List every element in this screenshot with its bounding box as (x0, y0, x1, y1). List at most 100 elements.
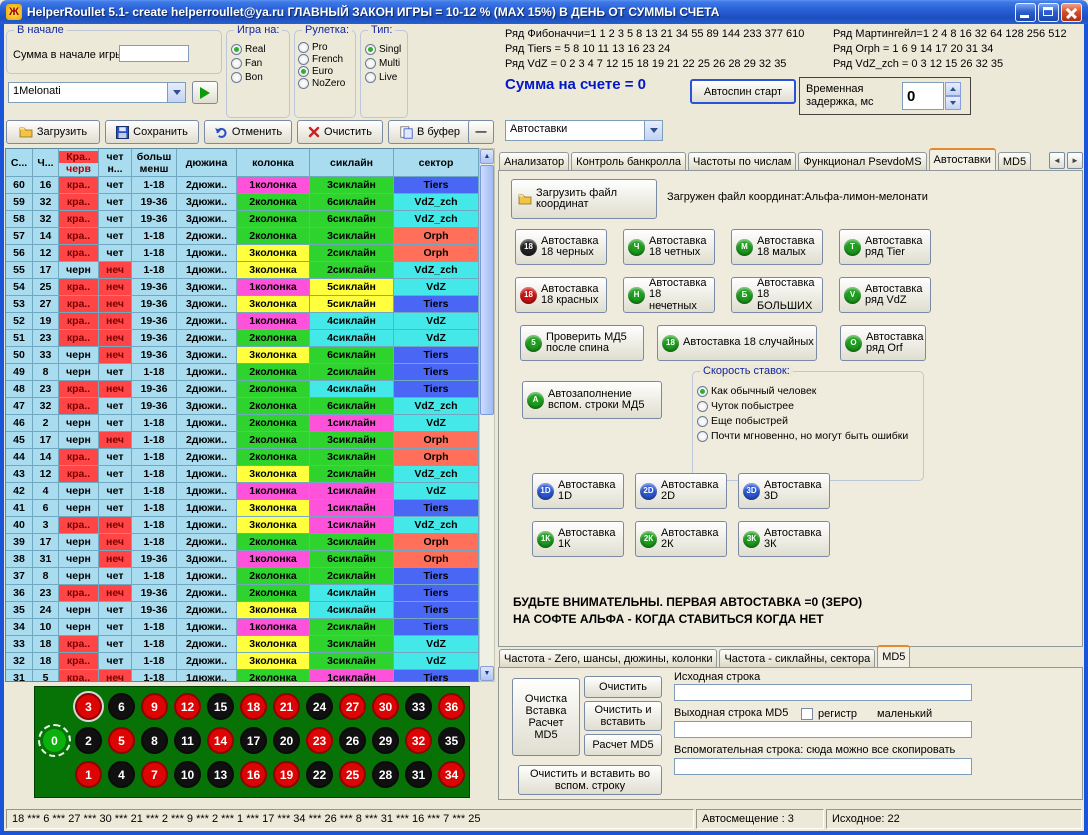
column-header[interactable]: колонка (237, 149, 310, 177)
board-number[interactable]: 35 (438, 727, 465, 754)
table-row[interactable]: 5033черннеч19-363дюжи..3колонка6сиклайнT… (6, 347, 479, 364)
table-row[interactable]: 3218кра..чет1-182дюжи..3колонка3сиклайнV… (6, 653, 479, 670)
column-header[interactable]: четн... (99, 149, 132, 177)
toolbar-button[interactable]: Сохранить (105, 120, 199, 144)
clear-paste-aux-button[interactable]: Очистить и вставить во вспом. строку (518, 765, 662, 795)
table-row[interactable]: 5932кра..чет19-363дюжи..2колонка6сиклайн… (6, 194, 479, 211)
autobet-button[interactable]: 2DАвтоставка 2D (635, 473, 727, 509)
table-row[interactable]: 5425кра..неч19-363дюжи..1колонка5сиклайн… (6, 279, 479, 296)
radio-option[interactable]: Чуток побыстрее (697, 400, 919, 412)
board-number[interactable]: 33 (405, 693, 432, 720)
toolbar-button[interactable]: Отменить (204, 120, 292, 144)
tab-scroll-left-icon[interactable]: ◄ (1049, 152, 1065, 169)
aux-string-input[interactable] (674, 758, 972, 775)
load-coords-button[interactable]: Загрузить файл координат (511, 179, 657, 219)
radio-option[interactable]: Multi (365, 58, 403, 69)
clear-button[interactable]: Очистить (584, 676, 662, 698)
board-number[interactable]: 26 (339, 727, 366, 754)
autobet-button[interactable]: БАвтоставка 18 БОЛЬШИХ (731, 277, 823, 313)
radio-option[interactable]: Euro (298, 66, 352, 77)
board-number[interactable]: 12 (174, 693, 201, 720)
chevron-down-icon[interactable] (644, 121, 662, 140)
board-number[interactable]: 10 (174, 761, 201, 788)
autobet-button[interactable]: 1КАвтоставка 1К (532, 521, 624, 557)
radio-option[interactable]: Live (365, 72, 403, 83)
start-sum-input[interactable] (119, 45, 189, 62)
board-number[interactable]: 30 (372, 693, 399, 720)
board-number[interactable]: 9 (141, 693, 168, 720)
board-number[interactable]: 36 (438, 693, 465, 720)
board-number[interactable]: 24 (306, 693, 333, 720)
board-number[interactable]: 17 (240, 727, 267, 754)
table-row[interactable]: 5517черннеч1-181дюжи..3колонка2сиклайнVd… (6, 262, 479, 279)
table-row[interactable]: 5714кра..чет1-182дюжи..2колонка3сиклайнO… (6, 228, 479, 245)
radio-option[interactable]: Еще побыстрей (697, 415, 919, 427)
column-header[interactable]: большменш (132, 149, 177, 177)
chevron-down-icon[interactable] (167, 83, 185, 102)
autobet-button[interactable]: 3КАвтоставка 3К (738, 521, 830, 557)
table-row[interactable]: 6016кра..чет1-182дюжи..1колонка3сиклайнT… (6, 177, 479, 194)
bottom-tab[interactable]: MD5 (877, 645, 910, 667)
column-header[interactable]: Ч... (33, 149, 59, 177)
bottom-tab[interactable]: Частота - сиклайны, сектора (719, 649, 875, 667)
radio-option[interactable]: Bon (231, 72, 285, 83)
main-tab[interactable]: MD5 (998, 152, 1031, 170)
radio-option[interactable]: Fan (231, 58, 285, 69)
play-button[interactable] (192, 81, 218, 104)
table-row[interactable]: 4414кра..чет1-182дюжи..2колонка3сиклайнO… (6, 449, 479, 466)
autobet-button[interactable]: 2КАвтоставка 2К (635, 521, 727, 557)
column-header[interactable]: С... (6, 149, 33, 177)
radio-option[interactable]: Singl (365, 44, 403, 55)
board-number[interactable]: 23 (306, 727, 333, 754)
autobet-button[interactable]: МАвтоставка 18 малых (731, 229, 823, 265)
board-number[interactable]: 5 (108, 727, 135, 754)
table-row[interactable]: 498чернчет1-181дюжи..2колонка2сиклайнTie… (6, 364, 479, 381)
table-row[interactable]: 378чернчет1-181дюжи..2колонка2сиклайнTie… (6, 568, 479, 585)
table-row[interactable]: 403кра..неч1-181дюжи..3колонка1сиклайнVd… (6, 517, 479, 534)
table-row[interactable]: 5327кра..неч19-363дюжи..3колонка5сиклайн… (6, 296, 479, 313)
tab-scroll-right-icon[interactable]: ► (1067, 152, 1083, 169)
toolbar-button[interactable]: Загрузить (6, 120, 100, 144)
radio-option[interactable]: French (298, 54, 352, 65)
table-row[interactable]: 3524чернчет19-362дюжи..3колонка4сиклайнT… (6, 602, 479, 619)
autobet-button[interactable]: 18Автоставка 18 случайных (657, 325, 817, 361)
table-row[interactable]: 462чернчет1-181дюжи..2колонка1сиклайнVdZ (6, 415, 479, 432)
table-row[interactable]: 5123кра..неч19-362дюжи..2колонка4сиклайн… (6, 330, 479, 347)
column-header[interactable]: Кра..черв (59, 149, 99, 177)
board-number[interactable]: 15 (207, 693, 234, 720)
toolbar-button[interactable]: В буфер (388, 120, 472, 144)
autobet-button[interactable]: НАвтоставка 18 нечетных (623, 277, 715, 313)
board-number[interactable]: 1 (75, 761, 102, 788)
autobet-button[interactable]: ТАвтоставка ряд Tier (839, 229, 931, 265)
profile-select[interactable]: 1Melonati (8, 82, 186, 103)
md5-clear-paste-calc-button[interactable]: Очистка Вставка Расчет MD5 (512, 678, 580, 756)
minimize-icon[interactable] (1015, 3, 1036, 22)
board-number[interactable]: 21 (273, 693, 300, 720)
board-number[interactable]: 34 (438, 761, 465, 788)
maximize-icon[interactable] (1038, 3, 1059, 22)
toolbar-button[interactable]: Очистить (297, 120, 383, 144)
autobet-button[interactable]: 1DАвтоставка 1D (532, 473, 624, 509)
board-number[interactable]: 13 (207, 761, 234, 788)
board-number[interactable]: 16 (240, 761, 267, 788)
autobets-select[interactable]: Автоставки (505, 120, 663, 141)
radio-option[interactable]: Pro (298, 42, 352, 53)
register-checkbox[interactable] (801, 708, 813, 720)
calc-md5-button[interactable]: Расчет MD5 (584, 734, 662, 756)
table-row[interactable]: 3831черннеч19-363дюжи..1колонка6сиклайнO… (6, 551, 479, 568)
board-number[interactable]: 18 (240, 693, 267, 720)
autobet-button[interactable]: 5Проверить МД5 после спина (520, 325, 644, 361)
board-number[interactable]: 32 (405, 727, 432, 754)
autobet-button[interactable]: 3DАвтоставка 3D (738, 473, 830, 509)
board-number[interactable]: 20 (273, 727, 300, 754)
board-number[interactable]: 7 (141, 761, 168, 788)
table-row[interactable]: 5219кра..неч19-362дюжи..1колонка4сиклайн… (6, 313, 479, 330)
board-number[interactable]: 29 (372, 727, 399, 754)
table-row[interactable]: 3318кра..чет1-182дюжи..3колонка3сиклайнV… (6, 636, 479, 653)
autobet-button[interactable]: 18Автоставка 18 красных (515, 277, 607, 313)
scrollbar-up-icon[interactable]: ▲ (480, 149, 494, 164)
main-tab[interactable]: Анализатор (499, 152, 569, 170)
table-scrollbar[interactable]: ▲ ▼ (479, 148, 495, 682)
board-number[interactable]: 31 (405, 761, 432, 788)
board-number[interactable]: 19 (273, 761, 300, 788)
